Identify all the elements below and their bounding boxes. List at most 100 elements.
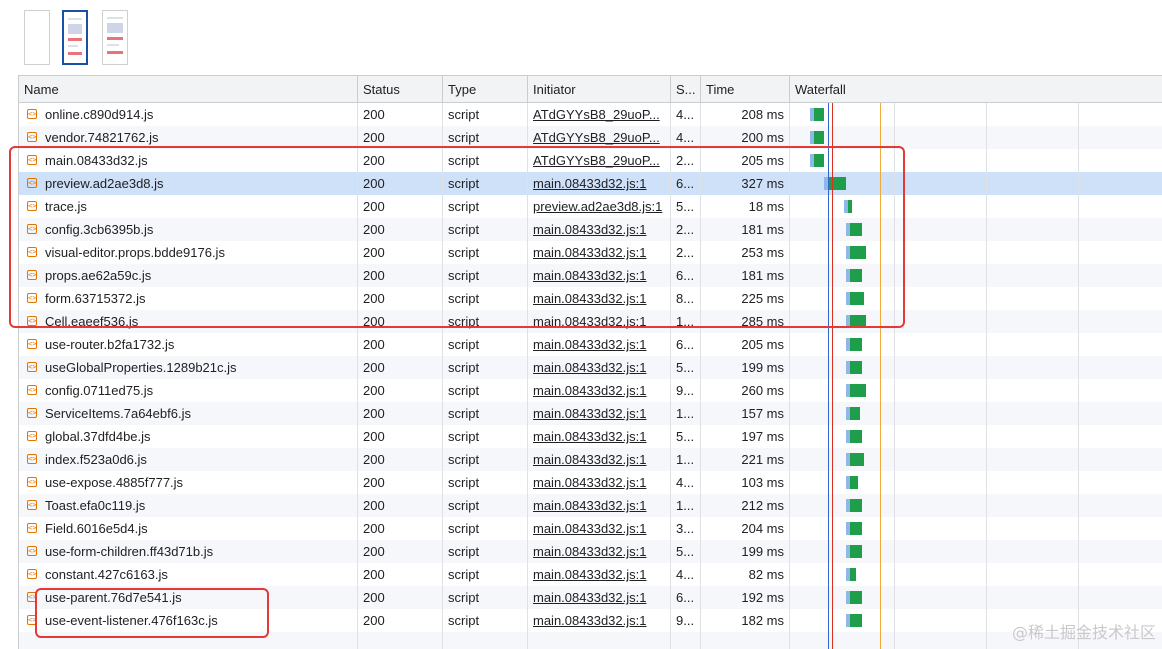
waterfall-cell[interactable] <box>790 126 1162 149</box>
request-name[interactable]: use-form-children.ff43d71b.js <box>19 540 358 563</box>
request-name[interactable]: online.c890d914.js <box>19 103 358 126</box>
table-row[interactable]: <> index.f523a0d6.js 200 script main.08433d3… <box>19 448 1162 471</box>
table-row[interactable]: <> main.08433d32.js 200 script ATdGYYsB8_29u… <box>19 149 1162 172</box>
column-header-name[interactable]: Name <box>19 76 358 103</box>
request-name[interactable]: main.08433d32.js <box>19 149 358 172</box>
waterfall-cell[interactable] <box>790 218 1162 241</box>
request-initiator-link[interactable]: main.08433d32.js:1 <box>528 586 671 609</box>
request-name[interactable]: config.0711ed75.js <box>19 379 358 402</box>
table-row[interactable] <box>19 632 1162 649</box>
request-initiator-link[interactable]: ATdGYYsB8_29uoP... <box>528 149 671 172</box>
waterfall-cell[interactable] <box>790 471 1162 494</box>
table-row[interactable]: <> global.37dfd4be.js 200 script main.08433d… <box>19 425 1162 448</box>
request-initiator-link[interactable]: main.08433d32.js:1 <box>528 172 671 195</box>
table-row[interactable]: <> vendor.74821762.js 200 script ATdGYYsB8_2… <box>19 126 1162 149</box>
waterfall-cell[interactable] <box>790 517 1162 540</box>
table-row[interactable]: <> trace.js 200 script preview.ad2ae3d8.js:1… <box>19 195 1162 218</box>
request-initiator-link[interactable]: main.08433d32.js:1 <box>528 287 671 310</box>
table-row[interactable]: <> ServiceItems.7a64ebf6.js 200 script main.… <box>19 402 1162 425</box>
waterfall-cell[interactable] <box>790 310 1162 333</box>
waterfall-cell[interactable] <box>790 103 1162 126</box>
request-initiator-link[interactable]: main.08433d32.js:1 <box>528 425 671 448</box>
request-name[interactable]: use-event-listener.476f163c.js <box>19 609 358 632</box>
filmstrip-frame-1[interactable] <box>24 10 50 65</box>
request-initiator-link[interactable]: main.08433d32.js:1 <box>528 241 671 264</box>
request-name[interactable]: global.37dfd4be.js <box>19 425 358 448</box>
waterfall-cell[interactable] <box>790 563 1162 586</box>
waterfall-cell[interactable] <box>790 172 1162 195</box>
column-header-status[interactable]: Status <box>358 76 443 103</box>
request-initiator-link[interactable]: main.08433d32.js:1 <box>528 448 671 471</box>
table-row[interactable]: <> Field.6016e5d4.js 200 script main.08433d3… <box>19 517 1162 540</box>
waterfall-cell[interactable] <box>790 379 1162 402</box>
waterfall-cell[interactable] <box>790 241 1162 264</box>
request-name[interactable]: form.63715372.js <box>19 287 358 310</box>
table-row[interactable]: <> constant.427c6163.js 200 script main.0843… <box>19 563 1162 586</box>
request-name[interactable]: visual-editor.props.bdde9176.js <box>19 241 358 264</box>
request-initiator-link[interactable]: main.08433d32.js:1 <box>528 333 671 356</box>
waterfall-cell[interactable] <box>790 425 1162 448</box>
table-row[interactable]: <> use-form-children.ff43d71b.js 200 script… <box>19 540 1162 563</box>
request-name[interactable]: config.3cb6395b.js <box>19 218 358 241</box>
waterfall-cell[interactable] <box>790 287 1162 310</box>
table-row[interactable]: <> useGlobalProperties.1289b21c.js 200 scri… <box>19 356 1162 379</box>
column-header-initiator[interactable]: Initiator <box>528 76 671 103</box>
request-initiator-link[interactable]: ATdGYYsB8_29uoP... <box>528 103 671 126</box>
waterfall-cell[interactable] <box>790 195 1162 218</box>
table-row[interactable]: <> Cell.eaeef536.js 200 script main.08433d32… <box>19 310 1162 333</box>
table-row[interactable]: <> use-router.b2fa1732.js 200 script main.08… <box>19 333 1162 356</box>
table-row[interactable]: <> Toast.efa0c119.js 200 script main.08433d3… <box>19 494 1162 517</box>
filmstrip-frame-3[interactable] <box>102 10 128 65</box>
request-name[interactable]: trace.js <box>19 195 358 218</box>
waterfall-cell[interactable] <box>790 540 1162 563</box>
request-initiator-link[interactable]: main.08433d32.js:1 <box>528 563 671 586</box>
request-name[interactable]: props.ae62a59c.js <box>19 264 358 287</box>
table-row[interactable]: <> online.c890d914.js 200 script ATdGYYsB8_2… <box>19 103 1162 126</box>
waterfall-cell[interactable] <box>790 356 1162 379</box>
waterfall-cell[interactable] <box>790 149 1162 172</box>
request-name[interactable]: ServiceItems.7a64ebf6.js <box>19 402 358 425</box>
table-row[interactable]: <> use-expose.4885f777.js 200 script main.08… <box>19 471 1162 494</box>
column-header-waterfall[interactable]: Waterfall <box>790 76 1162 103</box>
waterfall-cell[interactable] <box>790 333 1162 356</box>
request-initiator-link[interactable]: ATdGYYsB8_29uoP... <box>528 126 671 149</box>
table-row[interactable]: <> config.3cb6395b.js 200 script main.08433d… <box>19 218 1162 241</box>
request-initiator-link[interactable]: main.08433d32.js:1 <box>528 471 671 494</box>
request-name[interactable]: use-router.b2fa1732.js <box>19 333 358 356</box>
waterfall-cell[interactable] <box>790 448 1162 471</box>
table-row[interactable]: <> use-parent.76d7e541.js 200 script main.08… <box>19 586 1162 609</box>
request-initiator-link[interactable]: main.08433d32.js:1 <box>528 517 671 540</box>
request-name[interactable]: constant.427c6163.js <box>19 563 358 586</box>
request-initiator-link[interactable]: main.08433d32.js:1 <box>528 540 671 563</box>
request-initiator-link[interactable]: main.08433d32.js:1 <box>528 218 671 241</box>
request-name[interactable]: Field.6016e5d4.js <box>19 517 358 540</box>
waterfall-cell[interactable] <box>790 586 1162 609</box>
table-row[interactable]: <> preview.ad2ae3d8.js 200 script main.08433… <box>19 172 1162 195</box>
request-initiator-link[interactable]: main.08433d32.js:1 <box>528 379 671 402</box>
request-name[interactable]: Toast.efa0c119.js <box>19 494 358 517</box>
table-row[interactable]: <> config.0711ed75.js 200 script main.08433d… <box>19 379 1162 402</box>
column-header-type[interactable]: Type <box>443 76 528 103</box>
request-initiator-link[interactable]: main.08433d32.js:1 <box>528 264 671 287</box>
request-initiator-link[interactable]: main.08433d32.js:1 <box>528 494 671 517</box>
request-initiator-link[interactable] <box>528 632 671 649</box>
request-name[interactable]: useGlobalProperties.1289b21c.js <box>19 356 358 379</box>
table-row[interactable]: <> props.ae62a59c.js 200 script main.08433d3… <box>19 264 1162 287</box>
waterfall-cell[interactable] <box>790 264 1162 287</box>
table-row[interactable]: <> use-event-listener.476f163c.js 200 scrip… <box>19 609 1162 632</box>
table-row[interactable]: <> visual-editor.props.bdde9176.js 200 scri… <box>19 241 1162 264</box>
filmstrip-frame-2[interactable] <box>62 10 88 65</box>
waterfall-cell[interactable] <box>790 402 1162 425</box>
waterfall-cell[interactable] <box>790 494 1162 517</box>
request-initiator-link[interactable]: main.08433d32.js:1 <box>528 609 671 632</box>
request-name[interactable]: index.f523a0d6.js <box>19 448 358 471</box>
request-name[interactable]: use-parent.76d7e541.js <box>19 586 358 609</box>
column-header-time[interactable]: Time <box>701 76 790 103</box>
request-name[interactable]: use-expose.4885f777.js <box>19 471 358 494</box>
request-initiator-link[interactable]: main.08433d32.js:1 <box>528 356 671 379</box>
request-initiator-link[interactable]: main.08433d32.js:1 <box>528 402 671 425</box>
request-name[interactable]: vendor.74821762.js <box>19 126 358 149</box>
request-name[interactable] <box>19 632 358 649</box>
request-name[interactable]: Cell.eaeef536.js <box>19 310 358 333</box>
request-initiator-link[interactable]: preview.ad2ae3d8.js:1 <box>528 195 671 218</box>
